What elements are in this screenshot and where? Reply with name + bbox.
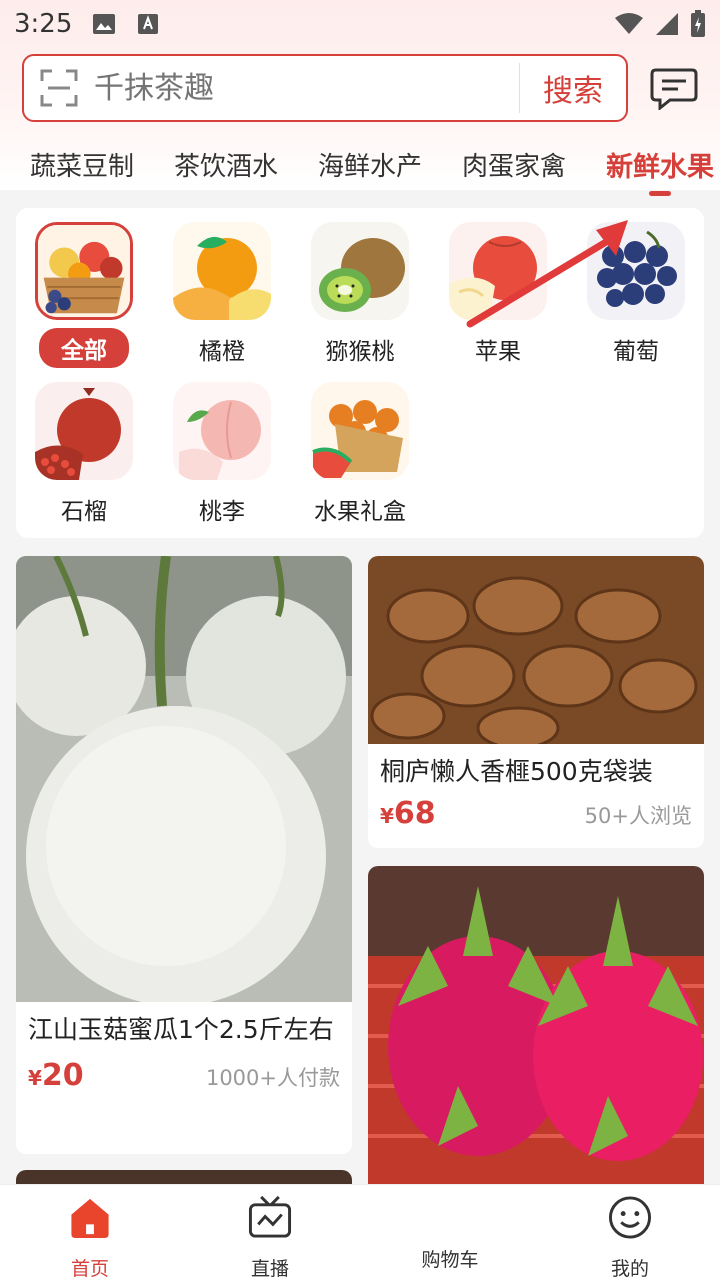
fruit-category-peach-plum[interactable]: 桃李 [162, 382, 282, 526]
tab-vegetables[interactable]: 蔬菜豆制 [30, 146, 134, 183]
tab-drinks[interactable]: 茶饮酒水 [174, 146, 278, 183]
pomegranate-image [35, 382, 133, 480]
tab-active-indicator [649, 190, 672, 196]
fruit-category-oranges[interactable]: 橘橙 [162, 222, 282, 366]
tab-label: 新鲜水果 [606, 151, 715, 183]
product-card-dragon-fruit[interactable] [368, 866, 704, 1184]
battery-icon [691, 10, 705, 37]
message-icon[interactable] [650, 68, 698, 110]
nav-cart[interactable]: 购物车 [360, 1185, 540, 1280]
torreya-product-image [368, 556, 704, 744]
fruit-category-label: 全部 [39, 328, 129, 368]
product-view-count: 50+人浏览 [584, 804, 692, 828]
nav-profile[interactable]: 我的 [540, 1185, 720, 1280]
tab-label: 茶饮酒水 [174, 151, 279, 182]
signal-icon [656, 13, 678, 35]
status-time: 3:25 [14, 9, 73, 39]
tab-meat-eggs[interactable]: 肉蛋家禽 [462, 146, 566, 183]
product-card-torreya[interactable]: 桐庐懒人香榧500克袋装 ¥68 50+人浏览 [368, 556, 704, 848]
search-bar: 搜索 [22, 54, 628, 122]
fruit-category-label: 石榴 [61, 499, 107, 525]
kiwi-image [311, 222, 409, 320]
search-input[interactable] [78, 56, 519, 120]
product-title: 桐庐懒人香榧500克袋装 [380, 757, 653, 786]
search-button[interactable]: 搜索 [520, 56, 626, 120]
price-symbol: ¥ [28, 1066, 42, 1090]
smiley-face-icon [608, 1196, 652, 1239]
product-price: ¥20 [28, 1058, 84, 1093]
tab-label: 蔬菜豆制 [30, 151, 135, 182]
fruit-basket-image [35, 222, 133, 320]
status-bar: 3:25 [0, 0, 720, 48]
fruit-category-kiwi[interactable]: 猕猴桃 [300, 222, 420, 366]
category-tabs: 蔬菜豆制 茶饮酒水 海鲜水产 肉蛋家禽 新鲜水果 [0, 140, 720, 196]
tab-fresh-fruit[interactable]: 新鲜水果 [606, 145, 715, 196]
fruit-category-gift-box[interactable]: 水果礼盒 [300, 382, 420, 526]
tab-seafood[interactable]: 海鲜水产 [318, 146, 422, 183]
wifi-icon [615, 13, 643, 34]
orange-image [173, 222, 271, 320]
fruit-category-panel: 全部 橘橙 猕猴桃 苹果 葡萄 石榴 桃李 水果礼盒 [16, 208, 704, 538]
home-icon [71, 1198, 109, 1239]
fruit-gift-box-image [311, 382, 409, 480]
fruit-category-label: 葡萄 [613, 339, 659, 365]
product-card-melon[interactable]: 江山玉菇蜜瓜1个2.5斤左右 ¥20 1000+人付款 [16, 556, 352, 1154]
tab-label: 海鲜水产 [318, 151, 423, 182]
nav-home[interactable]: 首页 [0, 1185, 180, 1280]
scan-icon[interactable] [40, 69, 78, 107]
price-symbol: ¥ [380, 804, 394, 828]
product-price: ¥68 [380, 796, 436, 831]
product-card-partial[interactable] [16, 1170, 352, 1184]
tv-icon [248, 1195, 292, 1238]
price-value: 68 [393, 796, 436, 831]
arrow-annotation-icon [466, 220, 628, 328]
product-info-row: ¥68 50+人浏览 [368, 796, 704, 831]
text-notification-icon [138, 14, 159, 34]
nav-label: 购物车 [421, 1249, 479, 1271]
fruit-category-label: 苹果 [475, 339, 521, 365]
product-info-row: ¥20 1000+人付款 [16, 1058, 352, 1093]
bottom-navigation: 首页 直播 购物车 我的 [0, 1184, 720, 1280]
fruit-category-label: 猕猴桃 [325, 339, 395, 365]
tab-label: 肉蛋家禽 [462, 151, 567, 182]
melon-product-image [16, 556, 352, 1002]
fruit-category-label: 橘橙 [199, 339, 245, 365]
nav-label: 直播 [250, 1258, 289, 1280]
price-value: 20 [41, 1058, 84, 1093]
image-notification-icon [93, 14, 116, 34]
product-title: 江山玉菇蜜瓜1个2.5斤左右 [28, 1015, 334, 1044]
fruit-category-all[interactable]: 全部 [24, 222, 144, 368]
nav-label: 我的 [610, 1258, 649, 1280]
nav-live[interactable]: 直播 [180, 1185, 360, 1280]
product-sales-count: 1000+人付款 [205, 1066, 340, 1090]
fruit-category-label: 桃李 [199, 499, 245, 525]
peach-image [173, 382, 271, 480]
nav-label: 首页 [70, 1258, 109, 1280]
fruit-category-pomegranate[interactable]: 石榴 [24, 382, 144, 526]
status-indicators [614, 10, 706, 38]
fruit-category-label: 水果礼盒 [314, 499, 406, 525]
dragon-fruit-product-image [368, 866, 704, 1184]
